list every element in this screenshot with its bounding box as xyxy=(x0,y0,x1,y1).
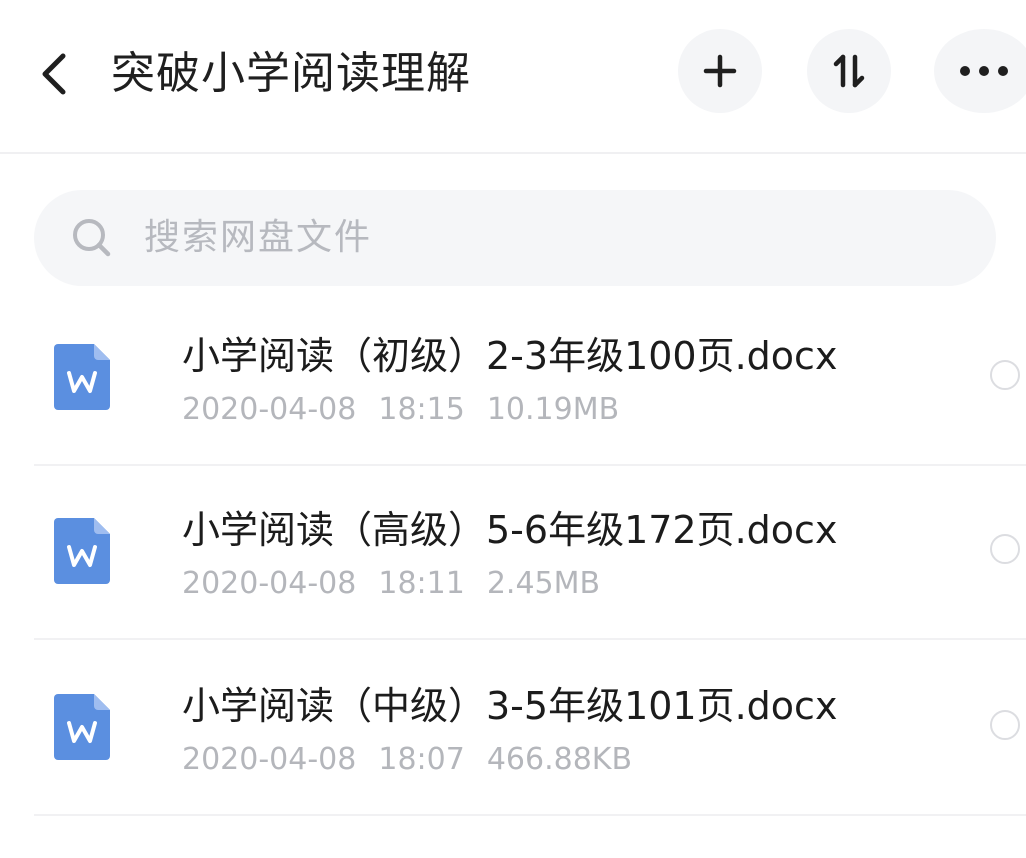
file-size: 10.19MB xyxy=(486,392,620,427)
select-checkbox[interactable] xyxy=(990,710,1020,740)
file-time: 18:07 xyxy=(378,742,465,777)
file-date: 2020-04-08 xyxy=(182,566,357,601)
sort-button[interactable] xyxy=(807,29,891,113)
file-size: 2.45MB xyxy=(486,566,601,601)
select-checkbox[interactable] xyxy=(990,360,1020,390)
search-input[interactable]: 搜索网盘文件 xyxy=(34,190,996,286)
list-item[interactable]: 小学阅读（高级）5-6年级172页.docx 2020-04-08 18:11 2.… xyxy=(0,474,1026,644)
list-item[interactable]: 小学阅读（中级）3-5年级101页.docx 2020-04-08 18:07 46… xyxy=(0,650,1026,820)
file-size: 466.88KB xyxy=(486,742,633,777)
file-name: 小学阅读（初级）2-3年级100页.docx xyxy=(182,334,838,378)
word-doc-icon xyxy=(54,344,110,410)
row-divider xyxy=(34,464,1026,466)
plus-icon xyxy=(703,54,737,88)
file-name: 小学阅读（高级）5-6年级172页.docx xyxy=(182,508,838,552)
word-doc-icon xyxy=(54,694,110,760)
search-placeholder: 搜索网盘文件 xyxy=(144,217,373,258)
page-title: 突破小学阅读理解 xyxy=(111,48,471,99)
file-meta: 2020-04-08 18:11 2.45MB xyxy=(182,562,622,606)
file-folder-screen: 突破小学阅读理解 搜索网盘文件 小学阅读（初级）2-3年级100页.docx 2… xyxy=(0,0,1026,858)
search-icon xyxy=(70,216,114,260)
select-checkbox[interactable] xyxy=(990,534,1020,564)
header-divider xyxy=(0,152,1026,154)
word-doc-icon xyxy=(54,518,110,584)
file-meta: 2020-04-08 18:15 10.19MB xyxy=(182,388,641,432)
file-date: 2020-04-08 xyxy=(182,742,357,777)
file-time: 18:11 xyxy=(378,566,465,601)
row-divider xyxy=(34,814,1026,816)
list-item[interactable]: 小学阅读（初级）2-3年级100页.docx 2020-04-08 18:15 10… xyxy=(0,300,1026,470)
back-chevron-icon[interactable] xyxy=(36,50,76,98)
more-dots-icon xyxy=(960,66,1008,76)
more-options-button[interactable] xyxy=(934,29,1026,113)
file-date: 2020-04-08 xyxy=(182,392,357,427)
file-meta: 2020-04-08 18:07 466.88KB xyxy=(182,738,654,782)
file-name: 小学阅读（中级）3-5年级101页.docx xyxy=(182,684,838,728)
row-divider xyxy=(34,638,1026,640)
sort-arrows-icon xyxy=(833,54,865,88)
top-bar: 突破小学阅读理解 xyxy=(0,0,1026,150)
file-time: 18:15 xyxy=(378,392,465,427)
add-button[interactable] xyxy=(678,29,762,113)
